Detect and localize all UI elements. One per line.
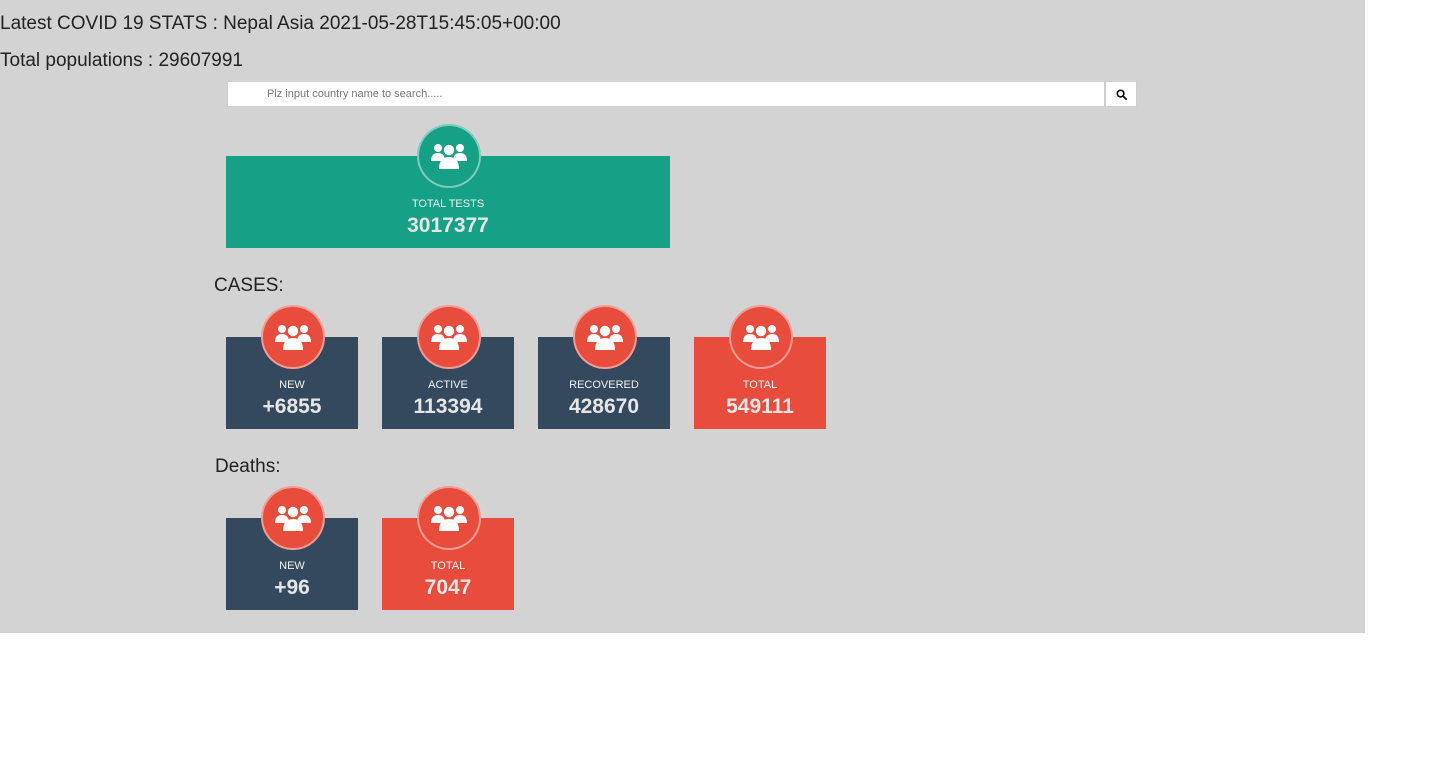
users-icon: [261, 486, 325, 550]
card-label: TOTAL: [430, 560, 466, 572]
search-button[interactable]: [1105, 81, 1137, 107]
card-value: 113394: [413, 395, 483, 418]
card-label: TOTAL TESTS: [411, 198, 485, 210]
cases-heading: CASES:: [214, 275, 284, 296]
population-text: Total populations : 29607991: [0, 50, 243, 71]
search-icon: [1106, 88, 1136, 100]
search-input[interactable]: [227, 81, 1105, 107]
recovered-cases-card: RECOVERED 428670: [538, 305, 670, 429]
card-label: RECOVERED: [569, 379, 639, 391]
card-value: 3017377: [407, 214, 489, 237]
card-value: 7047: [424, 576, 472, 599]
users-icon: [573, 305, 637, 369]
deaths-heading: Deaths:: [215, 456, 281, 477]
users-icon: [417, 486, 481, 550]
total-deaths-card: TOTAL 7047: [382, 486, 514, 610]
search-bar: [227, 81, 1137, 107]
card-label: NEW: [279, 379, 305, 391]
users-icon: [261, 305, 325, 369]
card-value: 428670: [568, 395, 640, 418]
page-title: Latest COVID 19 STATS : Nepal Asia 2021-…: [0, 13, 561, 34]
card-label: ACTIVE: [428, 379, 468, 391]
total-tests-card: TOTAL TESTS 3017377: [226, 124, 670, 248]
users-icon: [417, 305, 481, 369]
card-label: NEW: [279, 560, 305, 572]
total-cases-card: TOTAL 549111: [694, 305, 826, 429]
card-label: TOTAL: [742, 379, 778, 391]
users-icon: [729, 305, 793, 369]
new-deaths-card: NEW +96: [226, 486, 358, 610]
card-value: 549111: [726, 395, 794, 418]
stats-panel: Latest COVID 19 STATS : Nepal Asia 2021-…: [0, 0, 1365, 633]
new-cases-card: NEW +6855: [226, 305, 358, 429]
card-value: +96: [274, 576, 310, 599]
active-cases-card: ACTIVE 113394: [382, 305, 514, 429]
card-value: +6855: [262, 395, 322, 418]
users-icon: [417, 124, 481, 188]
